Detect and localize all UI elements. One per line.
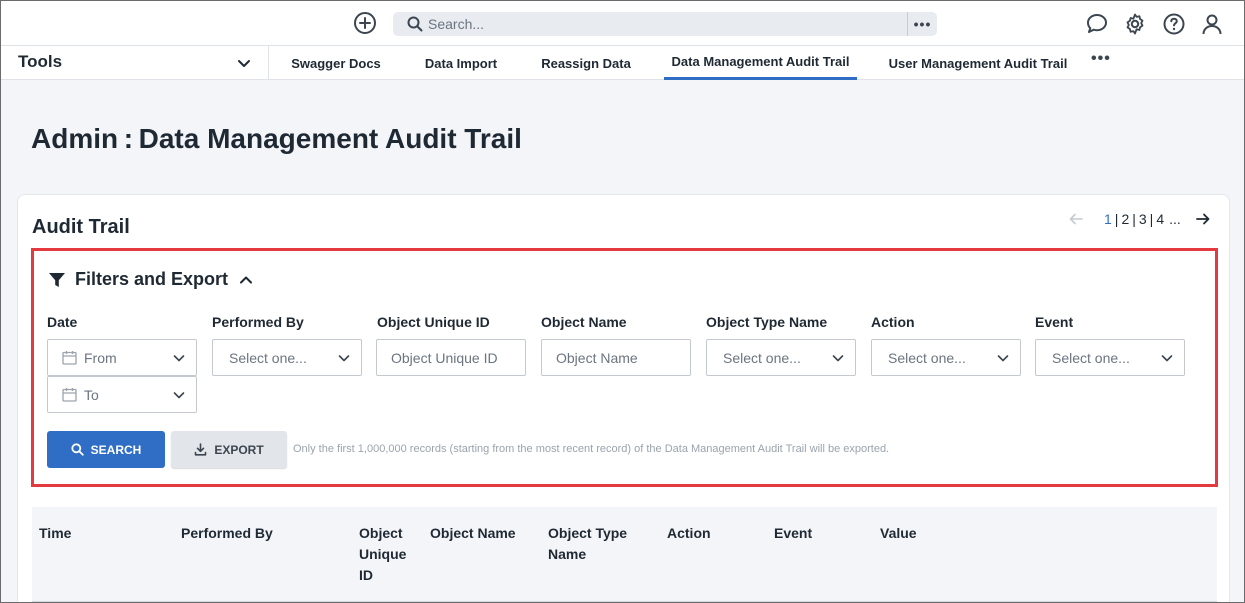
search-button-label: SEARCH <box>90 442 142 457</box>
object-name-label: Object Name <box>541 314 627 330</box>
user-icon[interactable] <box>1200 12 1224 36</box>
search-more-icon[interactable]: ••• <box>907 12 937 36</box>
event-select[interactable]: Select one... <box>1035 339 1185 376</box>
event-label: Event <box>1035 314 1074 330</box>
gear-icon[interactable] <box>1123 12 1147 36</box>
date-from-picker[interactable]: From <box>47 339 197 376</box>
date-to-value: To <box>84 386 99 403</box>
tools-label: Tools <box>18 52 63 71</box>
export-button-label: EXPORT <box>214 442 264 457</box>
object-name-field[interactable] <box>541 339 691 376</box>
date-label: Date <box>47 314 78 330</box>
chevron-up-icon <box>240 276 253 283</box>
action-select[interactable]: Select one... <box>871 339 1021 376</box>
column-header-object-unique-id[interactable]: Object Unique ID <box>359 523 413 586</box>
column-header-event[interactable]: Event <box>774 523 812 544</box>
arrow-left-icon[interactable] <box>1068 211 1084 227</box>
page-ellipsis: ... <box>1169 211 1181 227</box>
chevron-down-icon <box>173 391 185 398</box>
performed-by-select[interactable]: Select one... <box>212 339 362 376</box>
tab-data-management-audit-trail[interactable]: Data Management Audit Trail <box>664 46 857 80</box>
arrow-right-icon[interactable] <box>1195 211 1211 227</box>
calendar-icon <box>62 388 77 402</box>
object-type-name-value: Select one... <box>723 349 801 366</box>
audit-trail-card: Audit Trail 1 | 2 | 3 | 4 ... Filters an… <box>17 194 1230 602</box>
object-type-name-select[interactable]: Select one... <box>706 339 856 376</box>
filters-panel: Filters and Export Date Performed By Obj… <box>31 248 1218 487</box>
page-separator: | <box>1132 211 1136 227</box>
chevron-down-icon <box>997 354 1009 361</box>
export-note: Only the first 1,000,000 records (starti… <box>293 443 890 455</box>
column-header-object-name[interactable]: Object Name <box>430 523 516 544</box>
event-value: Select one... <box>1052 349 1130 366</box>
search-icon <box>71 443 84 456</box>
filter-icon <box>49 272 65 287</box>
performed-by-value: Select one... <box>229 349 307 366</box>
column-header-object-type-name[interactable]: Object Type Name <box>548 523 638 565</box>
search-icon <box>407 16 423 32</box>
add-icon[interactable] <box>354 12 376 34</box>
pagination: 1 | 2 | 3 | 4 ... <box>1068 209 1211 229</box>
page-separator: | <box>1114 211 1119 227</box>
date-from-value: From <box>84 349 117 366</box>
chat-icon[interactable] <box>1085 12 1109 36</box>
object-name-input[interactable] <box>542 340 690 375</box>
search-input[interactable] <box>428 14 888 34</box>
download-icon <box>195 443 207 456</box>
page-separator: | <box>1149 211 1154 227</box>
tools-dropdown[interactable]: Tools <box>1 46 269 80</box>
app-window: ••• Tools Swagger Docs Data Import Reass… <box>0 0 1245 603</box>
object-unique-id-input[interactable] <box>377 340 525 375</box>
column-header-action[interactable]: Action <box>667 523 711 544</box>
tab-reassign-data[interactable]: Reassign Data <box>531 46 641 80</box>
card-title: Audit Trail <box>32 216 130 238</box>
column-header-time[interactable]: Time <box>39 523 71 544</box>
help-icon[interactable] <box>1162 12 1186 36</box>
chevron-down-icon <box>832 354 844 361</box>
chevron-down-icon <box>238 60 250 67</box>
performed-by-label: Performed By <box>212 314 304 330</box>
page-4-link[interactable]: 4 <box>1156 211 1164 227</box>
page-3-link[interactable]: 3 <box>1139 211 1147 227</box>
calendar-icon <box>62 351 77 365</box>
tab-user-management-audit-trail[interactable]: User Management Audit Trail <box>881 46 1075 80</box>
tab-swagger-docs[interactable]: Swagger Docs <box>279 46 393 80</box>
chevron-down-icon <box>1161 354 1173 361</box>
column-header-value[interactable]: Value <box>880 523 917 544</box>
page-2-link[interactable]: 2 <box>1121 211 1129 227</box>
chevron-down-icon <box>338 354 350 361</box>
chevron-down-icon <box>173 354 185 361</box>
audit-table-header: Time Performed By Object Unique ID Objec… <box>32 507 1217 602</box>
tools-nav: Tools Swagger Docs Data Import Reassign … <box>1 46 1244 80</box>
column-header-performed-by[interactable]: Performed By <box>181 523 273 544</box>
object-unique-id-field[interactable] <box>376 339 526 376</box>
filters-heading: Filters and Export <box>75 269 229 289</box>
tab-data-import[interactable]: Data Import <box>413 46 509 80</box>
filters-toggle[interactable]: Filters and Export <box>48 269 254 290</box>
top-bar: ••• <box>1 1 1244 46</box>
object-unique-id-label: Object Unique ID <box>377 314 490 330</box>
search-button[interactable]: SEARCH <box>47 431 165 468</box>
object-type-name-label: Object Type Name <box>706 314 828 330</box>
date-to-picker[interactable]: To <box>47 376 197 413</box>
export-button[interactable]: EXPORT <box>171 431 287 468</box>
more-tabs-icon[interactable]: ••• <box>1091 50 1111 68</box>
global-search[interactable]: ••• <box>393 12 937 36</box>
action-label: Action <box>871 314 915 330</box>
page-1-link[interactable]: 1 <box>1104 211 1112 227</box>
page-title: Admin : Data Management Audit Trail <box>31 123 522 154</box>
action-value: Select one... <box>888 349 966 366</box>
